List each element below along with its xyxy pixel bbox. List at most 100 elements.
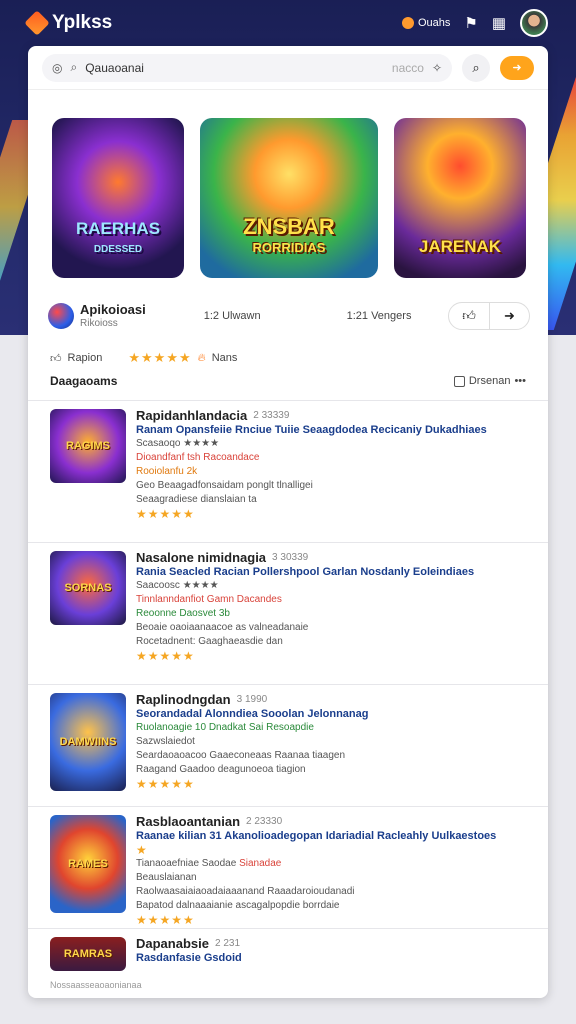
game-meta: Sazwslaiedot — [136, 736, 195, 747]
list-item[interactable]: RAGIMS Rapidanhlandacia 2 33339 Ranam Opa… — [28, 400, 548, 542]
sparkle-icon[interactable]: ✧ — [432, 61, 442, 75]
game-title: Dapanabsie — [136, 936, 209, 951]
game-meta: Reoonne Daosvet 3b — [136, 608, 230, 619]
game-summary: Beoaie oaoiaanaacoe as valneadanaie — [136, 622, 309, 633]
like-icon[interactable]: 👍︎ — [449, 303, 489, 329]
game-description: Rania Seacled Racian Pollershpool Garlan… — [136, 566, 475, 578]
share-icon[interactable]: ➜ — [489, 303, 529, 329]
logo-text: Yplkss — [52, 12, 113, 33]
game-summary-extra: Raagand Gaadoo deagunoeoa tiagion — [136, 764, 306, 775]
flame-icon: 🔥︎ — [197, 351, 206, 364]
game-thumbnail[interactable]: DAMWIINS — [50, 693, 126, 791]
app-info-row: Apikoioasi Rikoioss 1:2 Ulwawn 1:21 Veng… — [48, 300, 530, 332]
game-badge: 3 30339 — [272, 552, 309, 563]
list-item[interactable]: RAMES Rasblaoantanian 2 23330 Raanae kili… — [28, 806, 548, 928]
app-stat-players: 1:21 Vengers — [346, 310, 412, 322]
game-badge: 2 231 — [214, 938, 241, 949]
thumbnail-title: RAMES — [68, 858, 108, 870]
search-input[interactable] — [85, 60, 384, 75]
coin-icon — [401, 17, 414, 29]
game-badge: 2 33339 — [253, 410, 290, 421]
section-title: Daagaoams — [50, 374, 118, 388]
game-description: Rasdanfasie Gsdoid — [136, 952, 242, 964]
rating-tag[interactable]: Nans — [212, 352, 238, 364]
top-bar: Yplkss Ouahs ⚑ ▦ — [0, 0, 576, 46]
featured-subtitle: RORRIDIAS — [252, 240, 326, 256]
featured-title: RAERHAS — [75, 219, 161, 239]
app-icon[interactable] — [48, 303, 74, 329]
game-tag-secondary: Gamn Dacandes — [206, 594, 282, 605]
footer-note: Nossaasseaoaonianaa — [50, 980, 142, 990]
main-panel: ◎ ⌕ nacco ✧ ⌕ ➜ RAERHAS DDESSED ZNSBARROR… — [28, 46, 548, 998]
arrow-icon: ➜ — [512, 62, 522, 74]
game-tag-tertiary: Sianadae — [239, 858, 282, 869]
game-tag-secondary: Racoandace — [203, 452, 260, 463]
featured-title: JARENAK — [418, 237, 502, 257]
game-description: Raanae kilian 31 Akanolioadegopan Idaria… — [136, 830, 497, 842]
game-stars: ★★★★★ — [136, 507, 195, 521]
game-tag-secondary: Saodae — [201, 858, 237, 869]
game-rating-line: Scasaoqo ★★★★ — [136, 438, 220, 449]
game-thumbnail[interactable]: RAGIMS — [50, 409, 126, 483]
thumbnail-title: SORNAS — [64, 582, 112, 594]
logo-icon — [24, 10, 50, 36]
game-thumbnail[interactable]: RAMRAS — [50, 937, 126, 971]
more-icon[interactable]: ••• — [514, 375, 526, 387]
game-summary: Raolwaasaiaiaoadaiaaanand Raaadaroioudan… — [136, 886, 355, 897]
game-list: RAGIMS Rapidanhlandacia 2 33339 Ranam Opa… — [28, 400, 548, 976]
coin-balance[interactable]: Ouahs — [401, 17, 450, 29]
game-title: Rasblaoantanian — [136, 814, 241, 829]
avatar[interactable] — [520, 9, 548, 37]
game-summary: Seardaoaoacoo Gaaeconeaas Raanaa tiaagen — [136, 750, 346, 761]
game-title: Rapidanhlandacia — [136, 408, 248, 423]
game-title: Raplinodngdan — [136, 692, 231, 707]
thumb-icon: 👍︎ — [50, 352, 62, 365]
game-rating-line: Ruolanoagie 10 Dnadkat — [136, 722, 247, 733]
game-thumbnail[interactable]: SORNAS — [50, 551, 126, 625]
featured-card[interactable]: JARENAK — [394, 118, 526, 278]
flag-icon[interactable]: ⚑ — [464, 14, 477, 32]
logo[interactable]: Yplkss — [24, 10, 113, 36]
featured-title: ZNSBAR — [243, 214, 335, 240]
thumbnail-title: DAMWIINS — [59, 736, 117, 748]
rating-label: Rapion — [67, 352, 103, 364]
magnifier-icon: ⌕ — [472, 59, 480, 75]
thumbnail-title: RAGIMS — [66, 440, 110, 452]
list-item[interactable]: RAMRAS Dapanabsie 2 231 Rasdanfasie Gsdoi… — [28, 928, 548, 976]
app-subtitle: Rikoioss — [80, 317, 118, 329]
game-summary-extra: Seaagradiese dianslaian ta — [136, 494, 257, 505]
game-rating-line: ★ — [136, 843, 148, 857]
featured-card[interactable]: ZNSBAR RORRIDIAS — [200, 118, 378, 278]
featured-subtitle: DDESSED — [93, 244, 143, 256]
game-tag: Sai Resoapdie — [248, 722, 314, 733]
app-actions: 👍︎ ➜ — [448, 302, 530, 330]
game-rating-line: Saacoosc ★★★★ — [136, 580, 219, 591]
game-stars: ★★★★★ — [136, 913, 195, 927]
game-description: Seorandadal Alonndiea Sooolan Jelonnanag — [136, 708, 369, 720]
search-row: ◎ ⌕ nacco ✧ ⌕ ➜ — [28, 46, 548, 90]
rating-stars: ★★★★★ — [128, 350, 192, 365]
game-thumbnail[interactable]: RAMES — [50, 815, 126, 913]
search-bar[interactable]: ◎ ⌕ nacco ✧ — [42, 53, 452, 82]
game-tag: Tianaoaefniae — [136, 858, 200, 869]
game-title: Nasalone nimidnagia — [136, 550, 267, 565]
search-icon: ⌕ — [70, 60, 78, 74]
search-button[interactable]: ⌕ — [462, 53, 490, 82]
list-item[interactable]: SORNAS Nasalone nimidnagia 3 30339 Rania … — [28, 542, 548, 684]
game-tag: Tinnlanndanfiot — [136, 594, 205, 605]
game-meta: Beauslaianan — [136, 872, 197, 883]
action-button[interactable]: ➜ — [500, 55, 534, 80]
featured-card[interactable]: RAERHAS DDESSED — [52, 118, 184, 278]
list-item[interactable]: DAMWIINS Raplinodngdan 3 1990 Seorandadal… — [28, 684, 548, 806]
game-meta: Rooiolanfu 2k — [136, 466, 198, 477]
game-badge: 2 23330 — [246, 816, 283, 827]
grid-icon[interactable]: ▦ — [492, 14, 506, 32]
section-filter[interactable]: Drsenan — [469, 375, 511, 387]
filter-icon[interactable] — [453, 375, 465, 387]
featured-carousel: RAERHAS DDESSED ZNSBAR RORRIDIAS JARENAK — [28, 90, 548, 322]
search-placeholder: nacco — [391, 60, 424, 75]
game-summary-extra: Bapatod dalnaaaianie ascagalpopdie borrd… — [136, 900, 340, 911]
game-description: Ranam Opansfeiie Rnciue Tuiie Seaagdodea… — [136, 424, 487, 436]
camera-icon[interactable]: ◎ — [52, 61, 62, 75]
app-stat-downloads: 1:2 Ulwawn — [203, 310, 261, 322]
